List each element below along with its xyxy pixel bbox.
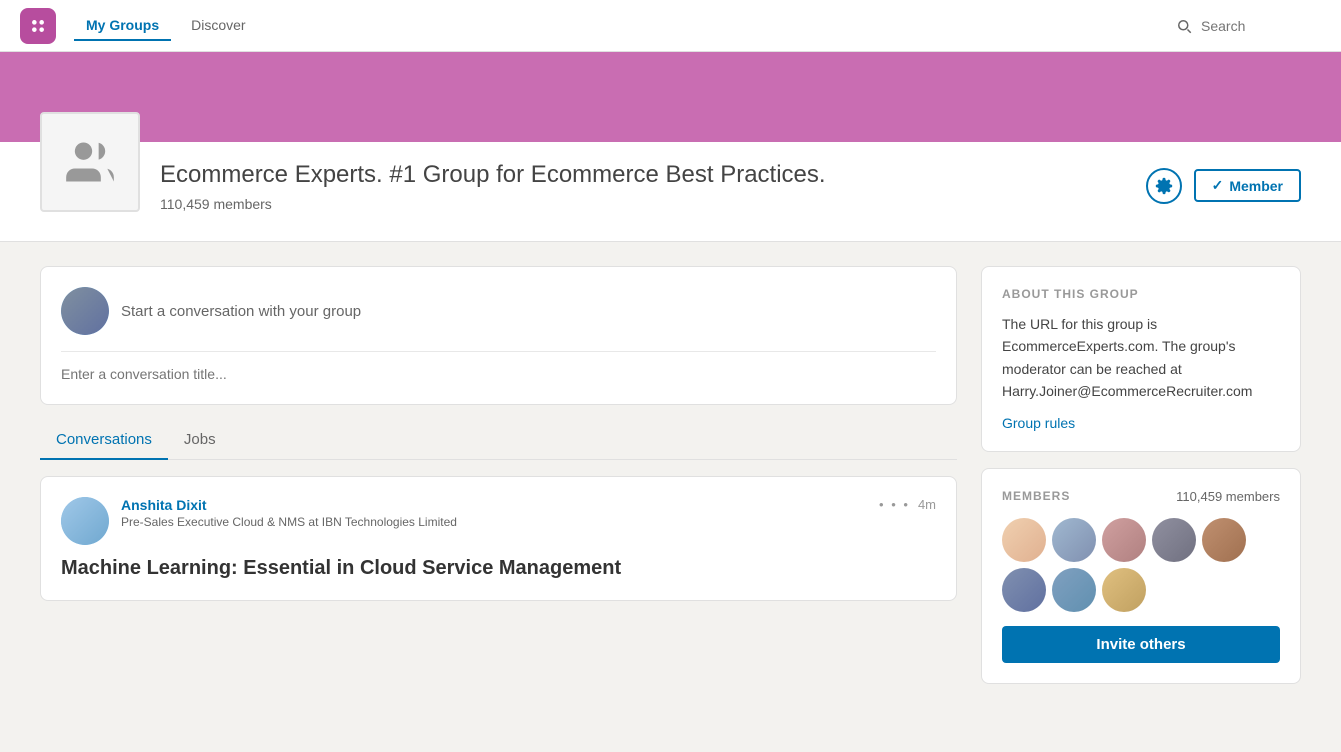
member-avatar[interactable]	[1002, 518, 1046, 562]
group-rules-link[interactable]: Group rules	[1002, 415, 1280, 431]
post-author-avatar	[61, 497, 109, 545]
nav-links: My Groups Discover	[74, 11, 258, 41]
invite-others-button[interactable]: Invite others	[1002, 626, 1280, 663]
post-time-ago: 4m	[918, 497, 936, 512]
members-section-title: MEMBERS	[1002, 489, 1070, 503]
post-author-name[interactable]: Anshita Dixit	[121, 497, 867, 513]
about-section: ABOUT THIS GROUP The URL for this group …	[981, 266, 1301, 452]
about-section-title: ABOUT THIS GROUP	[1002, 287, 1280, 301]
nav-discover[interactable]: Discover	[179, 11, 257, 41]
sidebar: ABOUT THIS GROUP The URL for this group …	[981, 266, 1301, 700]
post-author-title: Pre-Sales Executive Cloud & NMS at IBN T…	[121, 515, 867, 529]
post-title[interactable]: Machine Learning: Essential in Cloud Ser…	[61, 557, 936, 580]
logo-icon	[27, 15, 49, 37]
member-button[interactable]: ✓ Member	[1194, 169, 1301, 202]
member-avatar[interactable]	[1102, 518, 1146, 562]
main-feed: Start a conversation with your group Con…	[40, 266, 957, 700]
search-input[interactable]	[1201, 18, 1321, 34]
current-user-avatar	[61, 287, 109, 335]
members-section: MEMBERS 110,459 members Invite others	[981, 468, 1301, 684]
post-title-input[interactable]	[61, 352, 936, 382]
search-icon	[1175, 17, 1193, 35]
group-info: Ecommerce Experts. #1 Group for Ecommerc…	[160, 151, 1146, 212]
group-members-count: 110,459 members	[160, 196, 1146, 212]
member-avatar[interactable]	[1152, 518, 1196, 562]
member-avatar[interactable]	[1102, 568, 1146, 612]
group-actions: ✓ Member	[1146, 160, 1301, 204]
tab-jobs[interactable]: Jobs	[168, 421, 232, 460]
author-avatar-image	[61, 497, 109, 545]
feed-tabs: Conversations Jobs	[40, 421, 957, 460]
group-header: Ecommerce Experts. #1 Group for Ecommerc…	[0, 142, 1341, 242]
app-logo	[20, 8, 56, 44]
members-count: 110,459 members	[1176, 489, 1280, 504]
main-layout: Start a conversation with your group Con…	[0, 242, 1341, 724]
post-meta: • • • 4m	[879, 497, 936, 512]
member-checkmark: ✓	[1212, 177, 1224, 194]
top-navigation: My Groups Discover	[0, 0, 1341, 52]
post-creation-box: Start a conversation with your group	[40, 266, 957, 405]
members-avatars-list	[1002, 518, 1280, 612]
group-avatar-icon	[64, 136, 116, 188]
post-user-info: Anshita Dixit Pre-Sales Executive Cloud …	[121, 497, 867, 529]
group-avatar	[40, 112, 140, 212]
about-text: The URL for this group is EcommerceExper…	[1002, 313, 1280, 403]
gear-icon	[1155, 177, 1173, 195]
group-title: Ecommerce Experts. #1 Group for Ecommerc…	[160, 159, 960, 190]
nav-my-groups[interactable]: My Groups	[74, 11, 171, 41]
member-avatar[interactable]	[1202, 518, 1246, 562]
member-avatar[interactable]	[1002, 568, 1046, 612]
post-start-placeholder[interactable]: Start a conversation with your group	[121, 303, 361, 320]
member-label: Member	[1229, 178, 1283, 194]
post-card: Anshita Dixit Pre-Sales Executive Cloud …	[40, 476, 957, 601]
tab-conversations[interactable]: Conversations	[40, 421, 168, 460]
member-avatar[interactable]	[1052, 518, 1096, 562]
settings-button[interactable]	[1146, 168, 1182, 204]
member-avatar[interactable]	[1052, 568, 1096, 612]
avatar-image	[61, 287, 109, 335]
post-card-header: Anshita Dixit Pre-Sales Executive Cloud …	[61, 497, 936, 545]
members-header: MEMBERS 110,459 members	[1002, 489, 1280, 504]
post-box-top: Start a conversation with your group	[61, 287, 936, 352]
post-options-button[interactable]: • • •	[879, 497, 910, 512]
group-banner	[0, 52, 1341, 142]
search-area	[1175, 17, 1321, 35]
